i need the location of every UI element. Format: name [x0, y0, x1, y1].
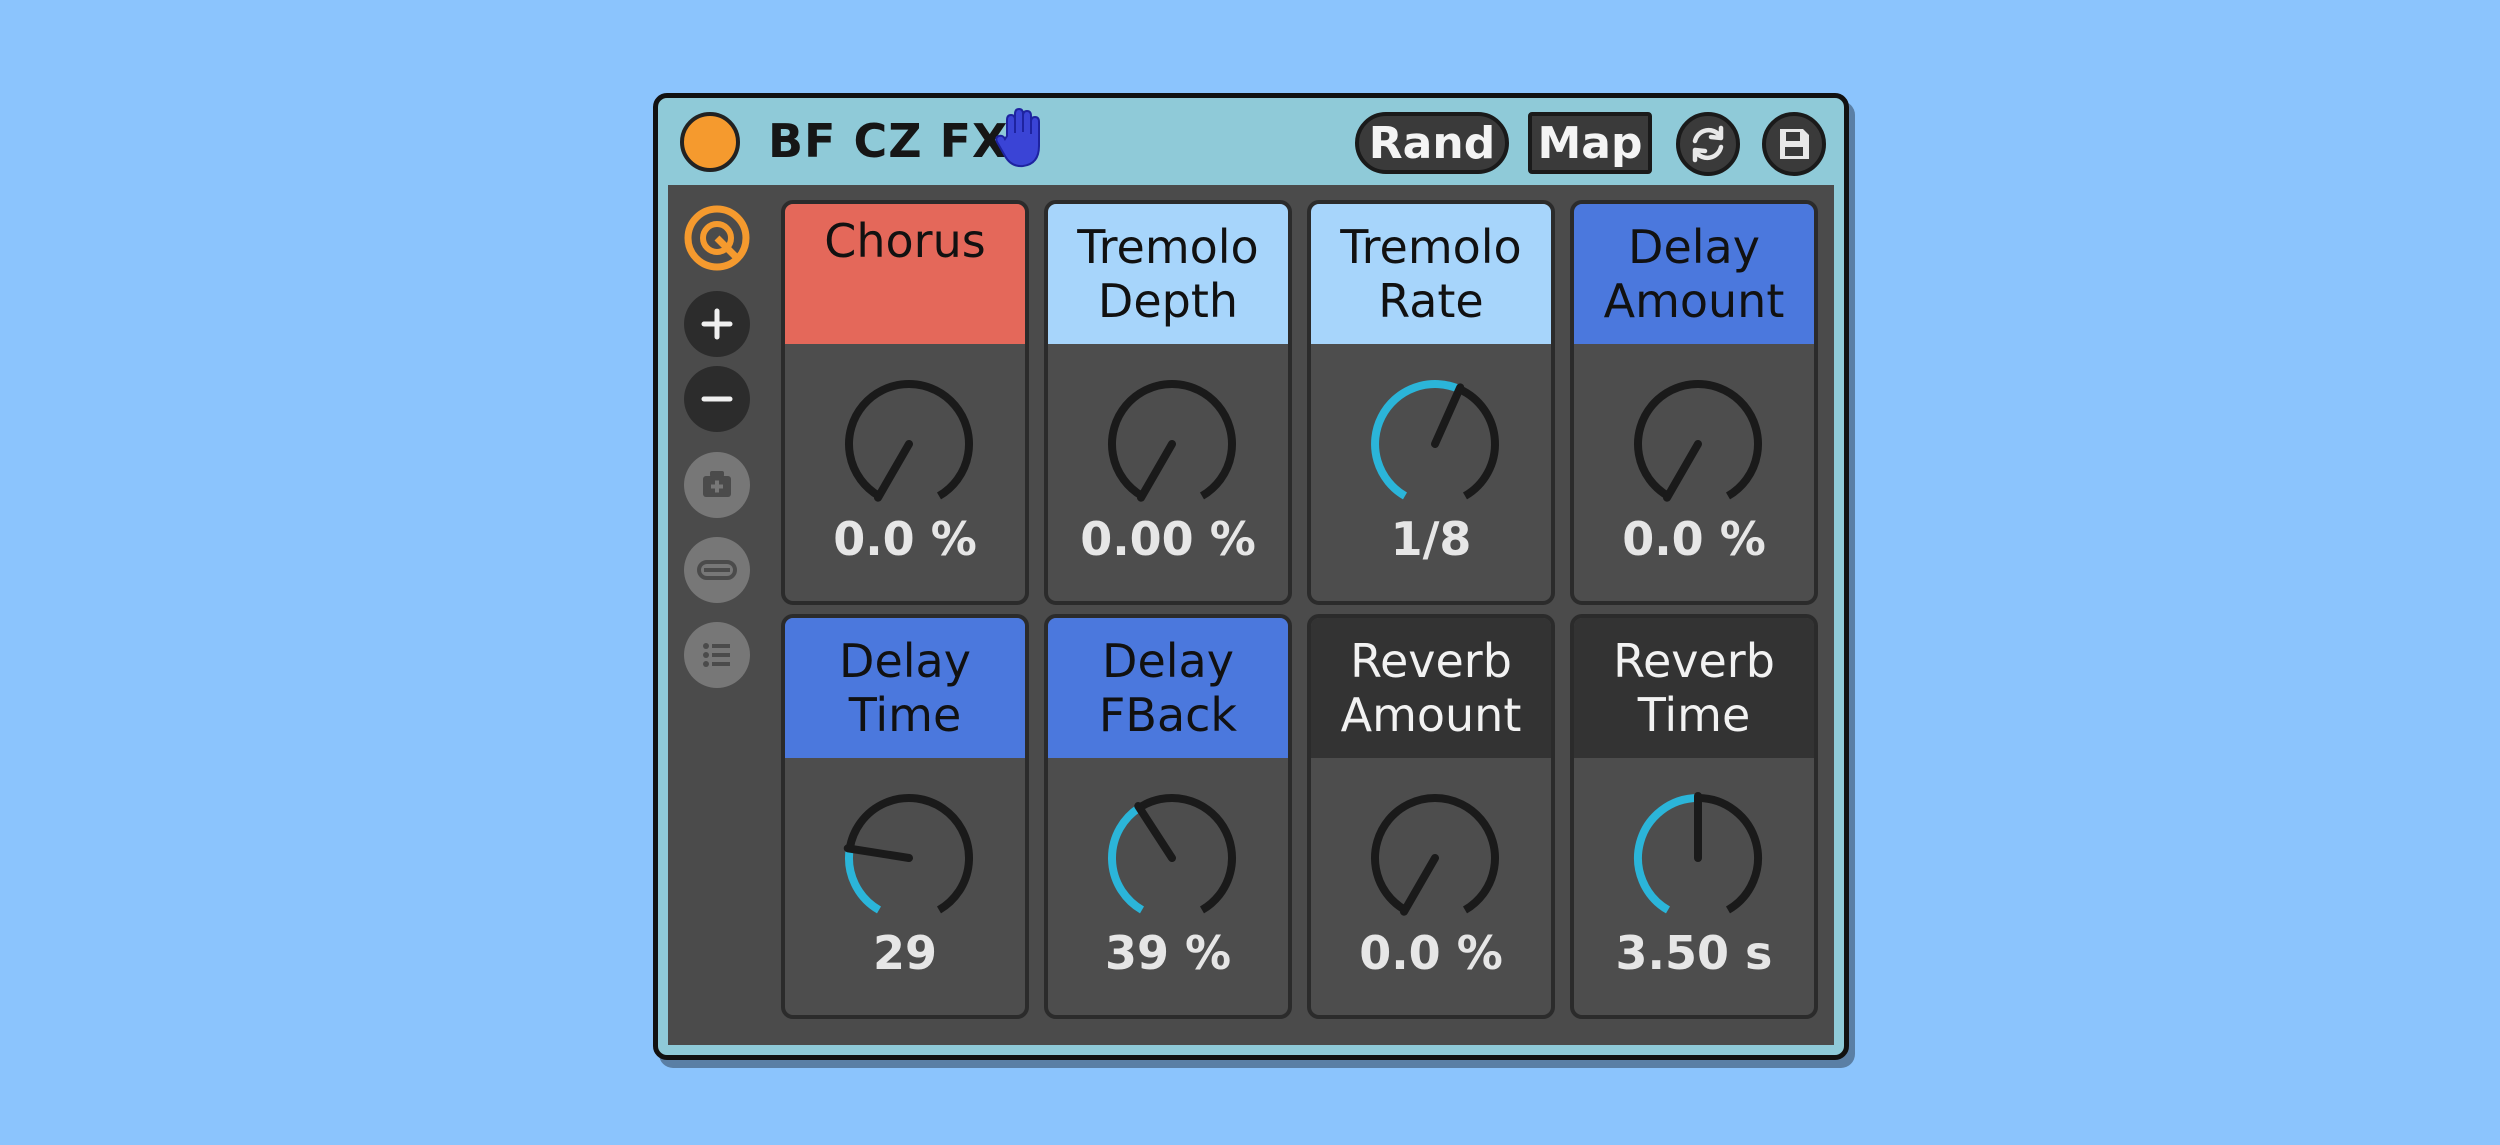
macro-6[interactable]: Delay FBack 39 % — [1044, 614, 1292, 1019]
macro-knob[interactable] — [1365, 788, 1505, 928]
knob-track — [845, 380, 973, 500]
device-title-bar: BF CZ FX Rand Map — [658, 98, 1844, 185]
macro-panel: Chorus 0.0 % Tremolo Depth 0.00 % Tremolo Ra… — [668, 185, 1834, 1045]
knob-value-arc — [1371, 380, 1462, 500]
macro-label[interactable]: Tremolo Rate — [1311, 204, 1551, 344]
macro-knob[interactable] — [1102, 788, 1242, 928]
knob-value-arc — [845, 847, 882, 914]
macro-label[interactable]: Reverb Time — [1574, 618, 1814, 758]
remove-variation-button[interactable] — [684, 537, 750, 603]
sync-button[interactable] — [1676, 112, 1740, 176]
knob-track — [1371, 794, 1499, 914]
add-variation-button[interactable] — [684, 452, 750, 518]
macro-value: 0.0 % — [1359, 926, 1503, 980]
plus-icon — [701, 308, 733, 340]
variations-list-button[interactable] — [684, 622, 750, 688]
macro-value: 39 % — [1104, 926, 1232, 980]
save-preset-button[interactable] — [1762, 112, 1826, 176]
macro-label[interactable]: Chorus — [785, 204, 1025, 344]
macro-value: 0.0 % — [1622, 512, 1766, 566]
macro-2[interactable]: Tremolo Depth 0.00 % — [1044, 200, 1292, 605]
device-power-button[interactable] — [680, 112, 740, 172]
knob-pointer — [843, 844, 913, 862]
knob-pointer — [1431, 383, 1465, 448]
knob-value-arc — [1634, 794, 1699, 914]
macro-knob[interactable] — [1628, 788, 1768, 928]
knob-value-arc — [1108, 804, 1145, 914]
macro-value: 0.00 % — [1080, 512, 1256, 566]
map-button[interactable]: Map — [1528, 112, 1652, 174]
macro-knob[interactable] — [1365, 374, 1505, 514]
macro-1[interactable]: Chorus 0.0 % — [781, 200, 1029, 605]
knob-track — [1634, 380, 1762, 500]
hot-swap-button[interactable] — [684, 205, 750, 271]
macro-value: 3.50 s — [1615, 926, 1773, 980]
macro-knob[interactable] — [839, 374, 979, 514]
macro-3[interactable]: Tremolo Rate 1/8 — [1307, 200, 1555, 605]
macro-knob[interactable] — [1102, 374, 1242, 514]
add-macro-button[interactable] — [684, 291, 750, 357]
macro-label[interactable]: Delay FBack — [1048, 618, 1288, 758]
knob-pointer — [1663, 440, 1702, 502]
macro-7[interactable]: Reverb Amount 0.0 % — [1307, 614, 1555, 1019]
macro-value: 0.0 % — [833, 512, 977, 566]
device-title: BF CZ FX — [768, 114, 1009, 168]
knob-track — [1137, 794, 1236, 914]
macro-knob[interactable] — [1628, 374, 1768, 514]
knob-track — [1108, 380, 1236, 500]
macro-label[interactable]: Delay Amount — [1574, 204, 1814, 344]
macro-label[interactable]: Reverb Amount — [1311, 618, 1551, 758]
remove-macro-button[interactable] — [684, 366, 750, 432]
macro-value: 29 — [872, 926, 937, 980]
macro-label[interactable]: Delay Time — [785, 618, 1025, 758]
knob-pointer — [874, 440, 913, 502]
list-icon — [703, 643, 730, 667]
add-variation-icon — [703, 471, 731, 497]
macro-5[interactable]: Delay Time 29 — [781, 614, 1029, 1019]
macro-value: 1/8 — [1390, 512, 1472, 566]
knob-pointer — [1134, 802, 1176, 862]
remove-icon — [697, 560, 737, 580]
device-rack: BF CZ FX Rand Map Chorus 0.0 % Tremolo D… — [653, 93, 1849, 1060]
knob-track — [1697, 794, 1762, 914]
hand-icon — [995, 107, 1040, 168]
save-icon — [1780, 129, 1809, 159]
knob-track — [1457, 385, 1499, 500]
rand-button[interactable]: Rand — [1355, 112, 1509, 174]
knob-pointer — [1400, 854, 1439, 916]
minus-icon — [701, 396, 733, 402]
knob-pointer — [1137, 440, 1176, 502]
sync-icon — [1692, 125, 1724, 163]
macro-8[interactable]: Reverb Time 3.50 s — [1570, 614, 1818, 1019]
macro-label[interactable]: Tremolo Depth — [1048, 204, 1288, 344]
macro-4[interactable]: Delay Amount 0.0 % — [1570, 200, 1818, 605]
hot-swap-icon — [684, 205, 750, 271]
macro-knob[interactable] — [839, 788, 979, 928]
